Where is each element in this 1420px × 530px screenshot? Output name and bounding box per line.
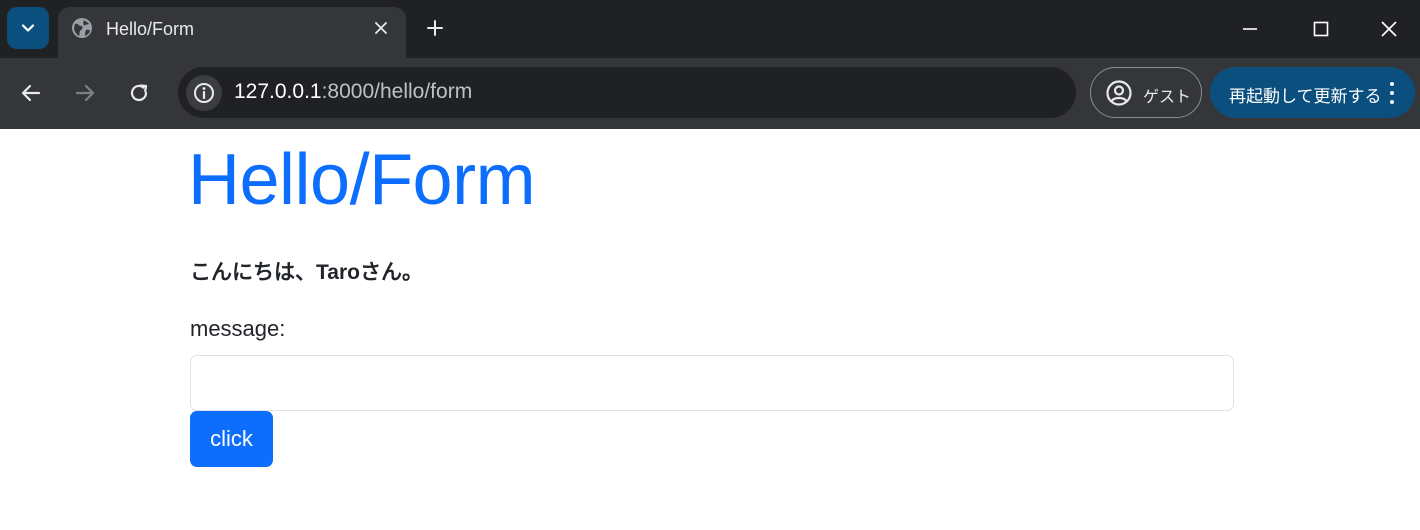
maximize-icon xyxy=(1313,21,1329,37)
window-maximize-button[interactable] xyxy=(1287,0,1355,58)
globe-icon xyxy=(72,18,92,38)
info-icon xyxy=(194,83,214,103)
forward-button[interactable] xyxy=(66,74,104,112)
back-button[interactable] xyxy=(12,74,50,112)
browser-title-bar: Hello/Form xyxy=(0,0,1420,58)
update-button-label: 再起動して更新する xyxy=(1229,87,1382,106)
message-input[interactable] xyxy=(190,355,1234,411)
more-menu-icon[interactable] xyxy=(1384,79,1400,107)
minimize-icon xyxy=(1243,28,1257,30)
url-host: 127.0.0.1 xyxy=(234,80,322,103)
tab-title: Hello/Form xyxy=(106,19,195,39)
browser-tab-active[interactable]: Hello/Form xyxy=(58,7,406,58)
window-close-button[interactable] xyxy=(1355,0,1420,58)
site-info-button[interactable] xyxy=(186,75,222,111)
url-text[interactable]: 127.0.0.1:8000/hello/form xyxy=(234,80,472,104)
close-icon xyxy=(375,22,387,34)
plus-icon xyxy=(427,20,443,36)
arrow-left-icon xyxy=(21,84,41,102)
url-path: :8000/hello/form xyxy=(321,80,473,103)
profile-label: ゲスト xyxy=(1143,89,1192,106)
browser-toolbar: 127.0.0.1:8000/hello/form ゲスト 再起動して更新する xyxy=(0,58,1420,129)
page-title: Hello/Form xyxy=(188,140,536,220)
greeting-message: こんにちは、Taroさん。 xyxy=(190,261,423,284)
tab-close-button[interactable] xyxy=(368,15,394,41)
close-icon xyxy=(1381,21,1397,37)
profile-icon xyxy=(1106,80,1132,106)
profile-button[interactable]: ゲスト xyxy=(1090,67,1202,118)
relaunch-to-update-button[interactable]: 再起動して更新する xyxy=(1210,67,1415,118)
message-label: message: xyxy=(190,316,286,341)
arrow-right-icon xyxy=(75,84,95,102)
reload-button[interactable] xyxy=(120,74,158,112)
address-bar[interactable]: 127.0.0.1:8000/hello/form xyxy=(178,67,1076,118)
chevron-down-icon xyxy=(21,24,35,32)
new-tab-button[interactable] xyxy=(418,11,452,45)
click-button[interactable]: click xyxy=(190,411,273,467)
tab-search-button[interactable] xyxy=(7,7,49,49)
window-minimize-button[interactable] xyxy=(1216,0,1284,58)
reload-icon xyxy=(130,84,148,102)
page-content: Hello/Form こんにちは、Taroさん。 message: click xyxy=(0,129,1420,530)
